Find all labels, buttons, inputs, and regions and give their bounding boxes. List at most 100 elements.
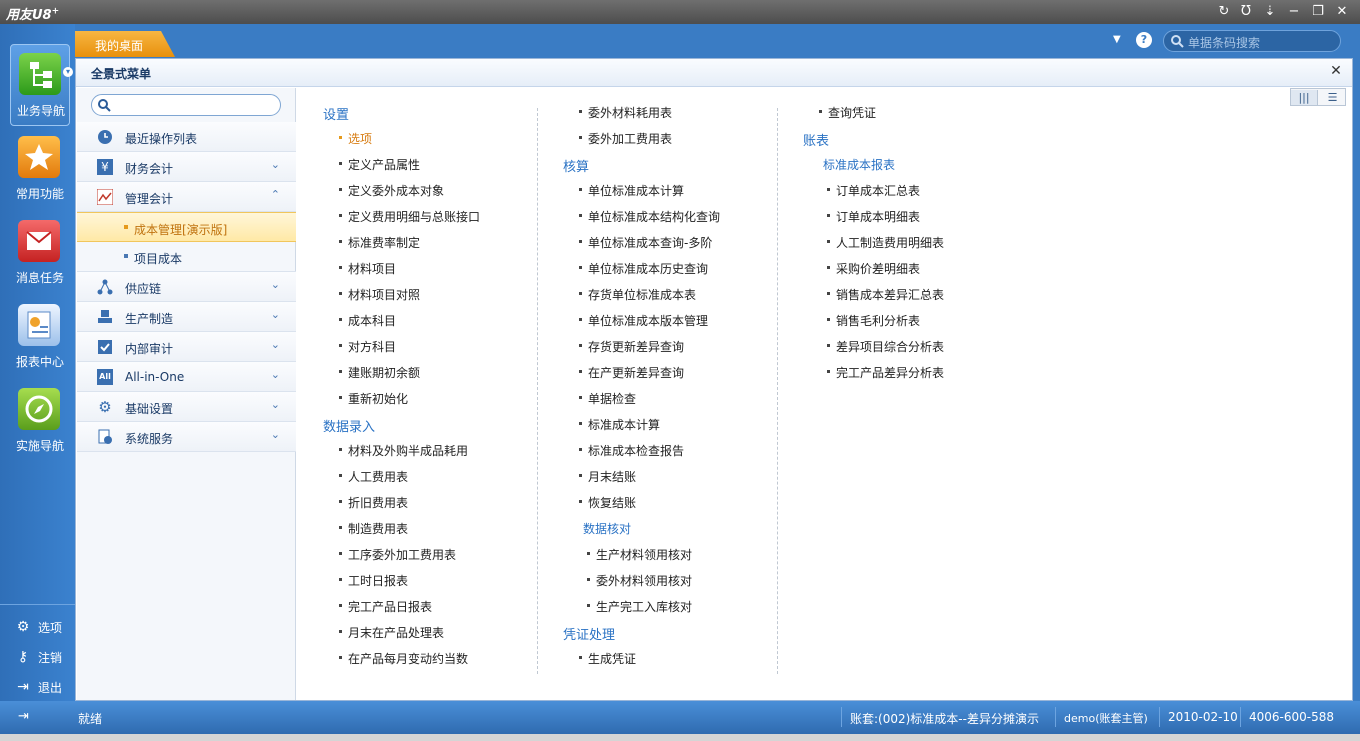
tab-my-desktop[interactable]: 我的桌面	[75, 31, 175, 57]
menu-item[interactable]: 单位标准成本版本管理	[579, 312, 708, 329]
menu-item-label: 成本科目	[348, 314, 397, 328]
list-view-icon[interactable]: ☰	[1319, 90, 1346, 105]
menu-item[interactable]: 在产更新差异查询	[579, 364, 684, 381]
dock-business-nav[interactable]: 业务导航 ▾	[10, 44, 73, 126]
menu-item[interactable]: 材料项目对照	[339, 286, 420, 303]
menu-item[interactable]: 标准费率制定	[339, 234, 420, 251]
menu-item[interactable]: 生成凭证	[579, 650, 636, 667]
bullet	[339, 318, 342, 321]
menu-item[interactable]: 存货单位标准成本表	[579, 286, 696, 303]
menu-subsection-title[interactable]: 标准成本报表	[823, 156, 895, 173]
nav-item-production[interactable]: 生产制造 ⌄	[77, 302, 296, 332]
menu-item[interactable]: 单位标准成本历史查询	[579, 260, 708, 277]
menu-item[interactable]: 定义产品属性	[339, 156, 420, 173]
menu-item[interactable]: 材料及外购半成品耗用	[339, 442, 468, 459]
menu-item[interactable]: 人工费用表	[339, 468, 408, 485]
menu-item[interactable]: 折旧费用表	[339, 494, 408, 511]
menu-item[interactable]: 标准成本检查报告	[579, 442, 684, 459]
nav-item-supply-chain[interactable]: 供应链 ⌄	[77, 272, 296, 302]
dropdown-icon[interactable]: ▼	[1113, 34, 1121, 45]
menu-item[interactable]: 在产品每月变动约当数	[339, 650, 468, 667]
menu-section-title[interactable]: 凭证处理	[563, 624, 615, 643]
menu-item[interactable]: 差异项目综合分析表	[827, 338, 944, 355]
column-view-icon[interactable]: |||	[1291, 90, 1318, 105]
menu-item[interactable]: 单位标准成本查询-多阶	[579, 234, 712, 251]
menu-item[interactable]: 单据检查	[579, 390, 636, 407]
u-icon[interactable]: Ʊ	[1236, 2, 1256, 22]
bullet	[827, 188, 830, 191]
bullet	[579, 318, 582, 321]
menu-item[interactable]: 工序委外加工费用表	[339, 546, 456, 563]
nav-item-recent[interactable]: 最近操作列表	[77, 122, 296, 152]
dock-logout[interactable]: ⚷ 注销	[14, 646, 72, 668]
menu-item[interactable]: 生产材料领用核对	[587, 546, 692, 563]
nav-item-system-service[interactable]: 系统服务 ⌄	[77, 422, 296, 452]
menu-section-title[interactable]: 数据录入	[323, 416, 375, 435]
menu-item[interactable]: 查询凭证	[819, 104, 876, 121]
menu-section-title[interactable]: 账表	[803, 130, 829, 149]
restore-icon[interactable]: ❐	[1308, 2, 1328, 22]
menu-section-title[interactable]: 核算	[563, 156, 589, 175]
minimize-icon[interactable]: −	[1284, 2, 1304, 22]
dock-divider	[0, 604, 75, 605]
nav-item-management[interactable]: 管理会计 ⌃	[77, 182, 296, 212]
nav-item-finance[interactable]: ¥ 财务会计 ⌄	[77, 152, 296, 182]
chevron-down-icon[interactable]: ▾	[63, 67, 73, 77]
barcode-search-input[interactable]: 单据条码搜索	[1163, 30, 1341, 52]
menu-item[interactable]: 销售成本差异汇总表	[827, 286, 944, 303]
nav-search-input[interactable]	[91, 94, 281, 116]
menu-item[interactable]: 生产完工入库核对	[587, 598, 692, 615]
close-icon[interactable]: ✕	[1328, 63, 1344, 79]
menu-item[interactable]: 订单成本明细表	[827, 208, 920, 225]
menu-item[interactable]: 月末结账	[579, 468, 636, 485]
dock-messages[interactable]: 消息任务	[10, 212, 70, 294]
menu-item[interactable]: 定义费用明细与总账接口	[339, 208, 480, 225]
nav-item-basic-settings[interactable]: ⚙ 基础设置 ⌄	[77, 392, 296, 422]
collapse-icon[interactable]: ⇥	[18, 709, 29, 724]
menu-item[interactable]: 成本科目	[339, 312, 396, 329]
menu-item[interactable]: 定义委外成本对象	[339, 182, 444, 199]
menu-item[interactable]: 人工制造费用明细表	[827, 234, 944, 251]
menu-item[interactable]: 委外材料领用核对	[587, 572, 692, 589]
machine-icon	[98, 310, 112, 323]
menu-item[interactable]: 标准成本计算	[579, 416, 660, 433]
dock-exit[interactable]: ⇥ 退出	[14, 676, 72, 698]
menu-item[interactable]: 订单成本汇总表	[827, 182, 920, 199]
menu-item[interactable]: 完工产品差异分析表	[827, 364, 944, 381]
menu-item[interactable]: 单位标准成本计算	[579, 182, 684, 199]
menu-item[interactable]: 委外材料耗用表	[579, 104, 672, 121]
menu-item[interactable]: 对方科目	[339, 338, 396, 355]
nav-item-all-in-one[interactable]: All All-in-One ⌄	[77, 362, 296, 392]
nav-sub-cost-management[interactable]: 成本管理[演示版]	[77, 212, 296, 242]
menu-item[interactable]: 工时日报表	[339, 572, 408, 589]
panel-title: 全景式菜单	[91, 67, 152, 81]
bullet	[827, 266, 830, 269]
menu-item[interactable]: 月末在产品处理表	[339, 624, 444, 641]
help-icon[interactable]: ?	[1136, 32, 1152, 48]
menu-item[interactable]: 材料项目	[339, 260, 396, 277]
compass-icon	[18, 388, 60, 430]
menu-item[interactable]: 恢复结账	[579, 494, 636, 511]
menu-item[interactable]: 存货更新差异查询	[579, 338, 684, 355]
close-icon[interactable]: ✕	[1332, 2, 1352, 22]
menu-item[interactable]: 完工产品日报表	[339, 598, 432, 615]
menu-item[interactable]: 重新初始化	[339, 390, 408, 407]
bullet	[827, 240, 830, 243]
refresh-icon[interactable]: ↻	[1214, 2, 1234, 22]
menu-section-title[interactable]: 设置	[323, 104, 349, 123]
nav-sub-project-cost[interactable]: 项目成本	[77, 242, 296, 272]
menu-item[interactable]: 建账期初余额	[339, 364, 420, 381]
menu-item[interactable]: 选项	[339, 130, 372, 147]
menu-subsection-title[interactable]: 数据核对	[583, 520, 631, 537]
menu-icon[interactable]: ⇣	[1260, 2, 1280, 22]
menu-item[interactable]: 制造费用表	[339, 520, 408, 537]
dock-options[interactable]: ⚙ 选项	[14, 616, 72, 638]
menu-item[interactable]: 销售毛利分析表	[827, 312, 920, 329]
menu-item[interactable]: 采购价差明细表	[827, 260, 920, 277]
dock-reports[interactable]: 报表中心	[10, 296, 70, 378]
dock-implementation[interactable]: 实施导航	[10, 380, 70, 462]
dock-favorites[interactable]: 常用功能	[10, 128, 70, 210]
menu-item[interactable]: 单位标准成本结构化查询	[579, 208, 720, 225]
nav-item-audit[interactable]: 内部审计 ⌄	[77, 332, 296, 362]
menu-item[interactable]: 委外加工费用表	[579, 130, 672, 147]
